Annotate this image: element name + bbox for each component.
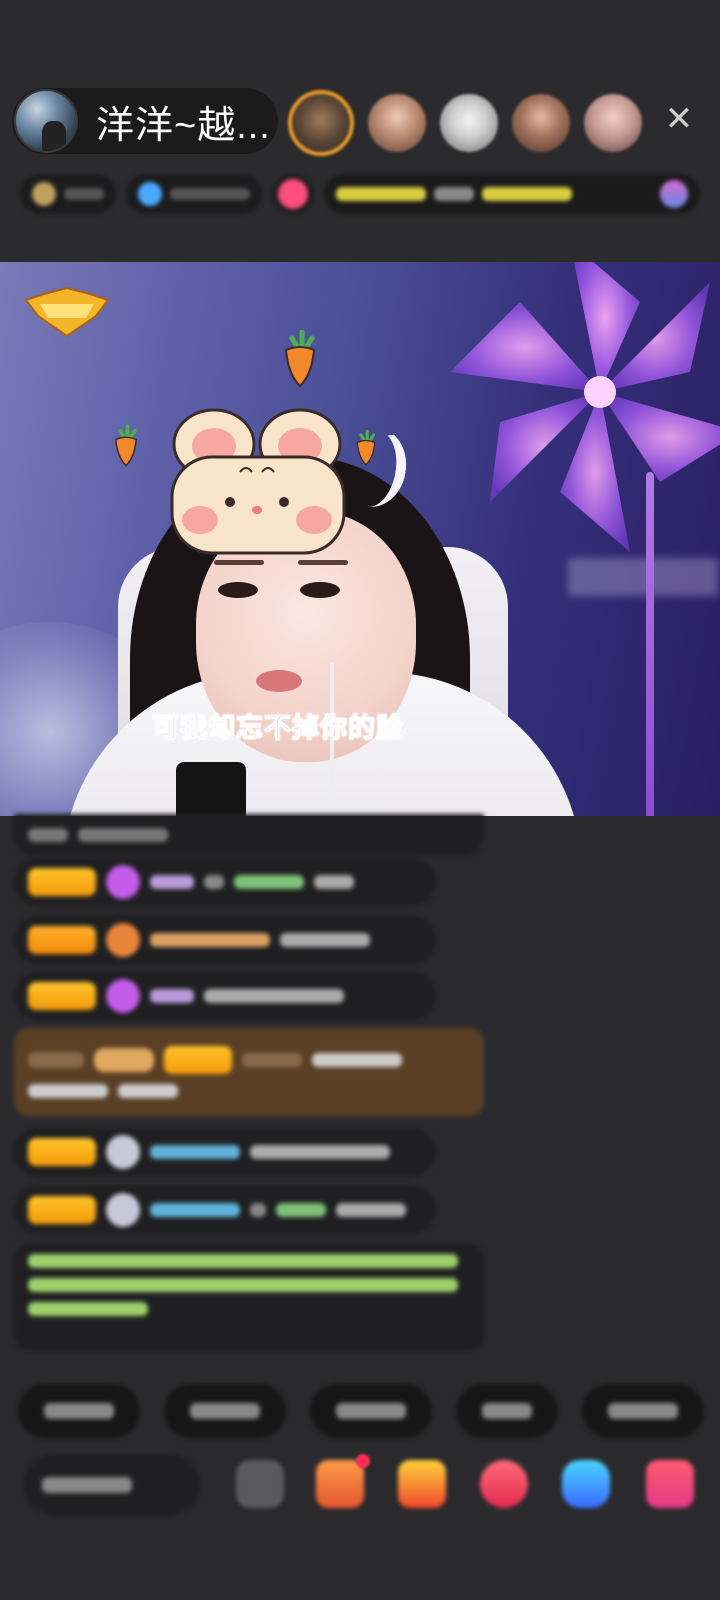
level-badge [28,868,96,896]
lyric-subtitle: 可我却忘不掉你的脸 [152,713,404,744]
audience-avatars [288,88,642,158]
system-notice [14,1244,484,1350]
activity-icon [660,180,688,208]
live-video[interactable]: 可我却忘不掉你的脸 [0,262,720,816]
rabbit-sticker [170,408,346,555]
chat-message [14,916,436,964]
level-badge [28,1138,96,1166]
viewer-avatar[interactable] [368,94,426,152]
live-room-header: 洋洋~越... ✕ [0,0,720,262]
gift-chip[interactable] [272,174,314,214]
announcement-marquee[interactable] [324,174,700,214]
gem-icon [106,979,140,1013]
rank-icon [32,182,56,206]
viewer-avatar[interactable] [512,94,570,152]
chat-message [14,814,484,856]
emoji-icon[interactable] [236,1460,284,1508]
gift-icon [278,179,308,209]
level-badge [164,1046,232,1074]
viewer-avatar[interactable] [584,94,642,152]
level-badge [28,926,96,954]
room-hot-chip[interactable] [126,174,262,214]
gem-icon [106,923,140,957]
chat-message [14,858,436,906]
microphone [176,762,246,816]
close-icon[interactable]: ✕ [662,102,696,136]
chat-message [14,972,436,1020]
chat-message-highlighted [14,1028,484,1116]
quick-phrase-button[interactable] [164,1384,286,1438]
pinwheel-decoration [450,262,720,552]
viewer-avatar[interactable] [440,94,498,152]
host-name[interactable]: 洋洋~越... [96,94,271,149]
chat-message [14,1128,436,1176]
game-icon[interactable] [562,1460,610,1508]
quick-phrase-button[interactable] [456,1384,558,1438]
carrot-icon [115,424,137,467]
streamer-badge-logo [24,286,110,338]
room-rank-chip[interactable] [20,174,116,214]
gem-icon [106,1193,140,1227]
gem-icon [106,865,140,899]
quick-phrase-button[interactable] [310,1384,432,1438]
top-viewer-avatar[interactable] [288,90,354,156]
quick-phrase-button[interactable] [18,1384,140,1438]
host-avatar[interactable] [14,89,78,153]
quick-phrase-bar [18,1384,720,1444]
heart-icon[interactable] [480,1460,528,1508]
task-icon[interactable] [316,1460,364,1508]
level-badge [28,1196,96,1224]
chat-list[interactable] [0,814,720,1376]
chat-message [14,1186,436,1234]
gift-icon[interactable] [646,1460,694,1508]
quick-phrase-button[interactable] [582,1384,704,1438]
level-badge [28,982,96,1010]
notification-dot [356,1454,370,1468]
hot-icon [138,182,162,206]
carrot-icon [284,330,316,388]
host-info-pill[interactable]: 洋洋~越... [12,88,278,154]
carrot-icon [356,430,376,466]
gift-bag-icon[interactable] [398,1460,446,1508]
bottom-toolbar [0,1454,720,1534]
comment-input[interactable] [24,1454,200,1516]
room-info-bar [20,170,700,218]
gem-icon [106,1135,140,1169]
